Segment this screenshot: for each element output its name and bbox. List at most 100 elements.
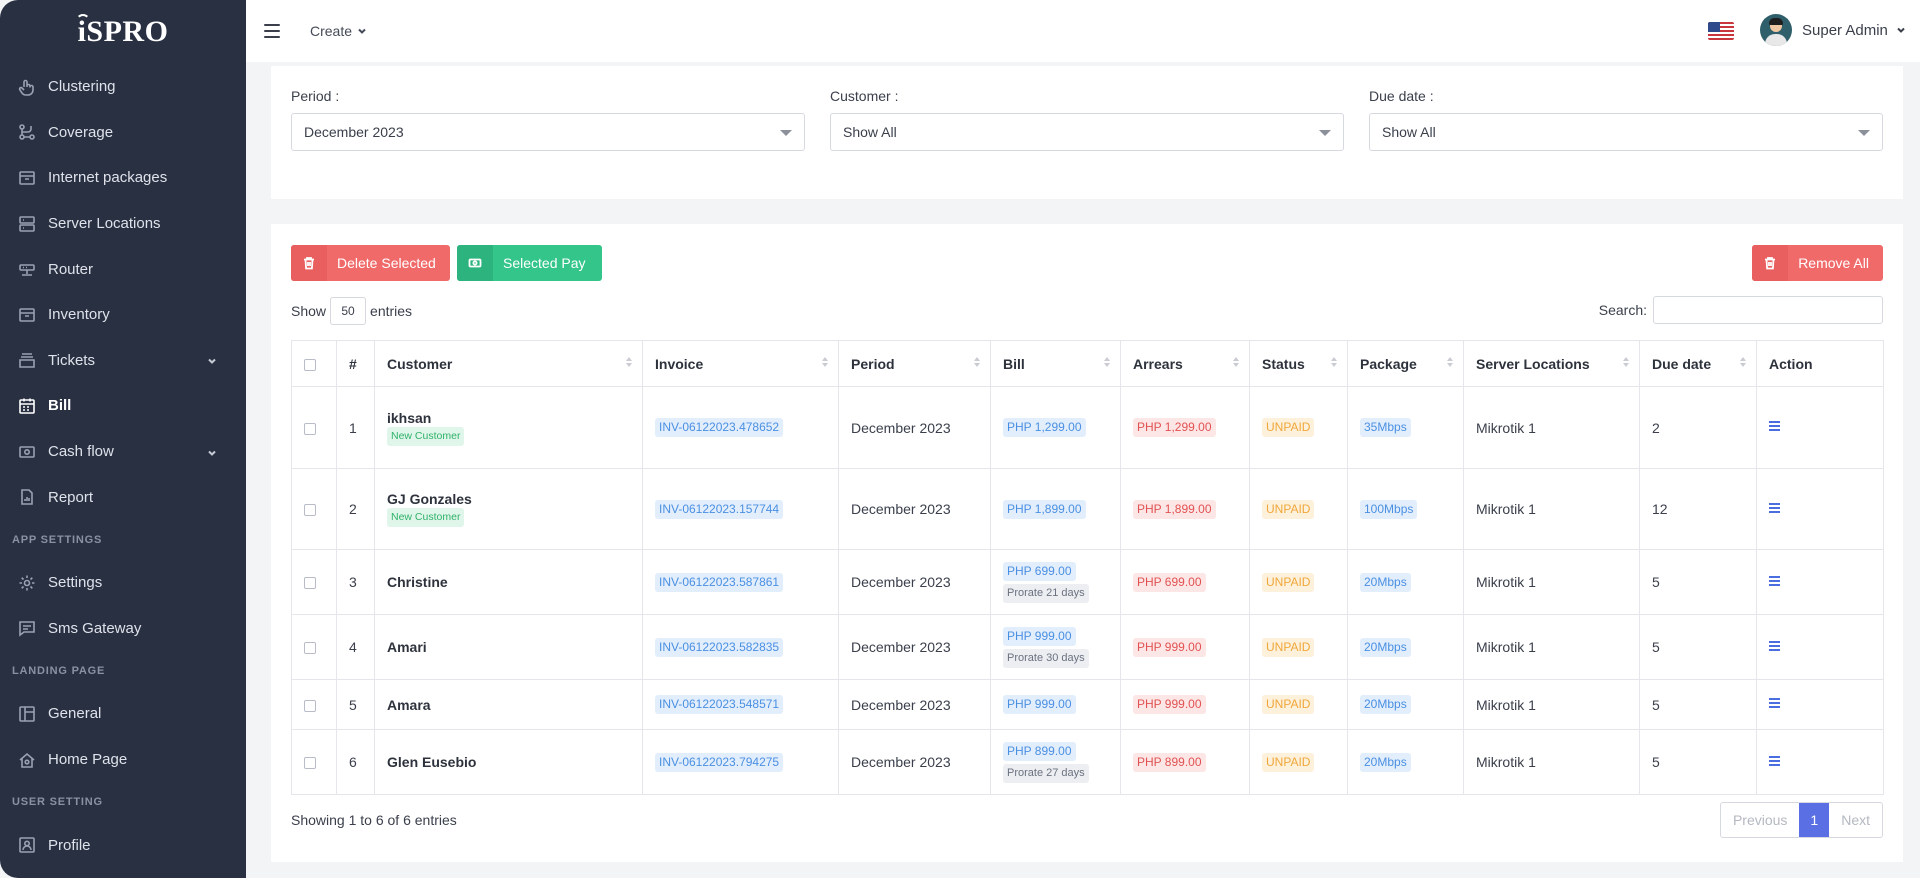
sidebar-item-general[interactable]: General (0, 691, 246, 737)
row-menu-icon[interactable] (1769, 501, 1780, 515)
hamburger-menu-icon[interactable] (264, 24, 280, 38)
us-flag-icon[interactable] (1708, 22, 1734, 40)
remove-all-button[interactable]: Remove All (1752, 245, 1883, 281)
bill-badge: PHP 1,899.00 (1003, 499, 1086, 519)
row-checkbox[interactable] (304, 422, 316, 435)
sidebar-item-inventory[interactable]: Inventory (0, 292, 246, 338)
customer-name[interactable]: Glen Eusebio (387, 754, 630, 770)
sidebar-item-settings[interactable]: Settings (0, 560, 246, 606)
search-input[interactable] (1653, 296, 1883, 324)
row-menu-icon[interactable] (1769, 696, 1780, 710)
customer-name[interactable]: Amari (387, 639, 630, 655)
col-header-package[interactable]: Package (1347, 340, 1464, 387)
remove-all-label: Remove All (1798, 255, 1869, 271)
create-menu[interactable]: Create (310, 23, 367, 39)
col-header-status[interactable]: Status (1249, 340, 1348, 387)
invoice-link[interactable]: INV-06122023.582835 (655, 637, 784, 657)
sidebar-item-coverage[interactable]: Coverage (0, 110, 246, 156)
col-header-label: Bill (1003, 355, 1025, 372)
sidebar-item-home-page[interactable]: Home Page (0, 737, 246, 783)
chevron-down-icon[interactable] (206, 446, 218, 463)
arrears-cell: PHP 699.00 (1120, 549, 1250, 615)
invoice-link[interactable]: INV-06122023.157744 (655, 499, 784, 519)
sidebar-item-label: Profile (48, 836, 91, 854)
bill-cell: PHP 899.00 Prorate 27 days (990, 729, 1121, 795)
row-checkbox[interactable] (304, 757, 316, 770)
entries-select[interactable]: 50 (330, 297, 367, 325)
sidebar-item-tickets[interactable]: Tickets (0, 338, 246, 384)
selected-pay-label: Selected Pay (503, 255, 586, 271)
sidebar-item-label: Router (48, 260, 94, 278)
chevron-down-icon[interactable] (206, 354, 218, 371)
profile-icon (18, 836, 36, 854)
status-badge: UNPAID (1262, 695, 1315, 714)
row-menu-icon[interactable] (1769, 574, 1780, 588)
sidebar-item-profile[interactable]: Profile (0, 822, 246, 868)
bill-table: # Customer Invoice Period Bill Arrears S… (291, 340, 1884, 795)
customer-filter-label: Customer : (830, 88, 899, 104)
col-header-customer[interactable]: Customer (374, 340, 643, 387)
invoice-link[interactable]: INV-06122023.548571 (655, 695, 784, 714)
bill-badge: PHP 699.00 (1003, 561, 1076, 581)
selected-pay-button[interactable]: Selected Pay (457, 245, 602, 281)
customer-cell: Amara (374, 679, 643, 730)
sidebar-item-bill[interactable]: Bill (0, 383, 246, 429)
col-header-invoice[interactable]: Invoice (642, 340, 839, 387)
row-checkbox[interactable] (304, 504, 316, 517)
hand-icon (18, 78, 36, 96)
col-header-due-date[interactable]: Due date (1639, 340, 1757, 387)
action-cell (1756, 729, 1884, 795)
package-badge: 20Mbps (1360, 695, 1411, 714)
row-number: 4 (336, 614, 375, 680)
row-checkbox[interactable] (304, 577, 316, 590)
customer-name[interactable]: Christine (387, 574, 630, 590)
select-all-checkbox[interactable] (304, 358, 316, 371)
due-date-cell: 5 (1639, 549, 1757, 615)
col-header-period[interactable]: Period (838, 340, 991, 387)
user-menu[interactable]: Super Admin (1760, 14, 1906, 46)
period-filter: Period : December 2023 (291, 88, 805, 151)
sidebar-item-sms-gateway[interactable]: Sms Gateway (0, 606, 246, 652)
caret-down-icon (1319, 130, 1331, 136)
row-menu-icon[interactable] (1769, 754, 1780, 768)
invoice-link[interactable]: INV-06122023.587861 (655, 572, 784, 592)
sort-icon (1447, 357, 1453, 367)
brand-logo[interactable]: iSPRO (0, 0, 246, 64)
pagination-page-1[interactable]: 1 (1799, 803, 1830, 837)
period-select[interactable]: December 2023 (291, 113, 805, 151)
server-cell: Mikrotik 1 (1463, 468, 1640, 550)
col-header-number[interactable]: # (336, 340, 375, 387)
bill-cell: PHP 999.00 (990, 679, 1121, 730)
row-menu-icon[interactable] (1769, 639, 1780, 653)
home-icon (18, 751, 36, 769)
sidebar-item-router[interactable]: Router (0, 246, 246, 292)
col-header-arrears[interactable]: Arrears (1120, 340, 1250, 387)
sidebar-item-server-locations[interactable]: Server Locations (0, 201, 246, 247)
pagination-next[interactable]: Next (1829, 803, 1882, 837)
pagination-previous[interactable]: Previous (1721, 803, 1799, 837)
customer-name[interactable]: ikhsan (387, 410, 630, 426)
package-badge: 20Mbps (1360, 637, 1411, 657)
sidebar-item-report[interactable]: Report (0, 474, 246, 520)
col-header-bill[interactable]: Bill (990, 340, 1121, 387)
row-checkbox[interactable] (304, 642, 316, 655)
action-cell (1756, 549, 1884, 615)
due-date-select[interactable]: Show All (1369, 113, 1883, 151)
customer-name[interactable]: GJ Gonzales (387, 491, 630, 507)
invoice-link[interactable]: INV-06122023.794275 (655, 752, 784, 772)
row-checkbox[interactable] (304, 699, 316, 712)
row-menu-icon[interactable] (1769, 419, 1780, 433)
sidebar-item-clustering[interactable]: Clustering (0, 64, 246, 110)
delete-selected-button[interactable]: Delete Selected (291, 245, 450, 281)
sidebar-item-cash-flow[interactable]: Cash flow (0, 429, 246, 475)
status-cell: UNPAID (1249, 468, 1348, 550)
invoice-link[interactable]: INV-06122023.478652 (655, 418, 784, 437)
row-number: 1 (336, 386, 375, 469)
user-name: Super Admin (1802, 21, 1888, 39)
col-header-action: Action (1756, 340, 1884, 387)
action-cell (1756, 386, 1884, 469)
sidebar-item-internet-packages[interactable]: Internet packages (0, 155, 246, 201)
col-header-server-locations[interactable]: Server Locations (1463, 340, 1640, 387)
customer-name[interactable]: Amara (387, 697, 630, 713)
customer-select[interactable]: Show All (830, 113, 1344, 151)
